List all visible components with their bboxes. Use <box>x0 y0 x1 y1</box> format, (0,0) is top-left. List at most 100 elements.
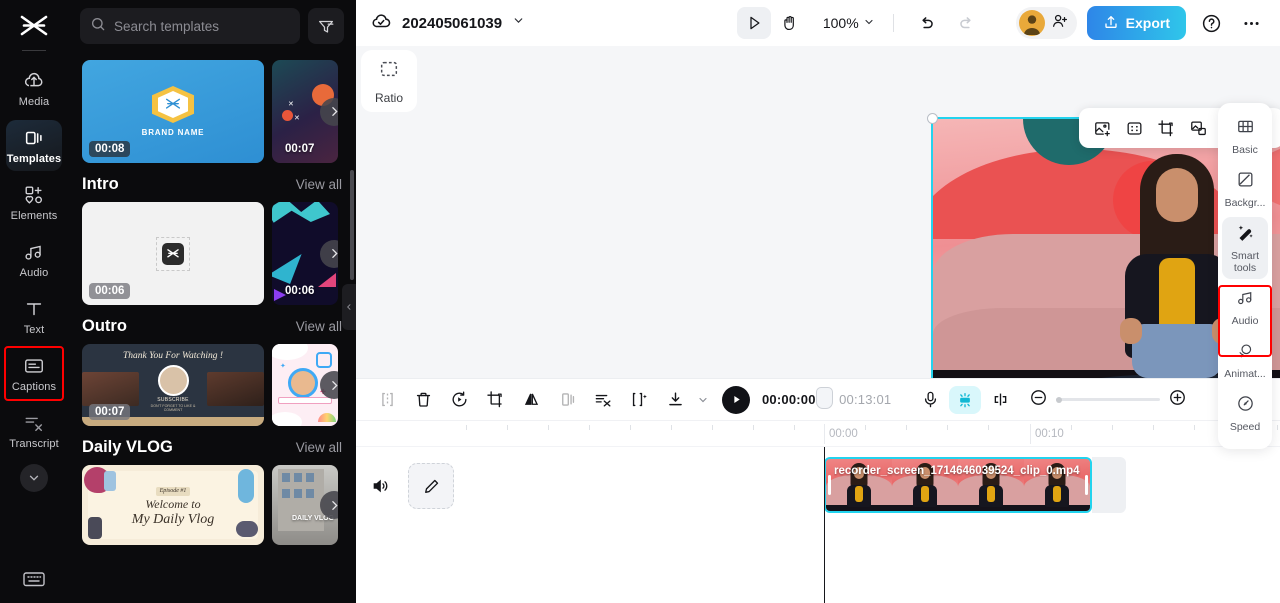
crop-icon[interactable] <box>1151 113 1181 143</box>
fit-to-frame-icon[interactable] <box>1119 113 1149 143</box>
view-all-link[interactable]: View all <box>296 440 342 455</box>
template-card[interactable]: BRAND NAME 00:08 <box>82 60 264 163</box>
templates-scroll-area[interactable]: BRAND NAME 00:08 ✕ ✕ 00:07 Intro View al… <box>68 50 356 603</box>
chevron-down-icon[interactable] <box>20 464 48 492</box>
cursor-select-icon[interactable] <box>736 7 771 39</box>
ruler-label: 00:00 <box>829 428 858 440</box>
ruler-label: 00:10 <box>1035 428 1064 440</box>
section-header-daily-vlog: Daily VLOG View all <box>68 426 356 465</box>
account-group[interactable] <box>1015 7 1077 39</box>
crop-icon[interactable] <box>478 385 512 415</box>
hand-pan-icon[interactable] <box>773 7 807 39</box>
zoom-in-circle-icon[interactable] <box>1168 388 1187 412</box>
sidebar-item-captions[interactable]: Captions <box>4 346 64 401</box>
elements-icon <box>23 184 45 206</box>
project-name-dropdown[interactable]: 202405061039 <box>402 14 525 32</box>
sidebar-item-templates[interactable]: Templates <box>6 120 62 171</box>
right-tab-label: Basic <box>1232 144 1258 156</box>
view-all-link[interactable]: View all <box>296 319 342 334</box>
right-tab-audio[interactable]: Audio <box>1222 282 1268 332</box>
freeze-frame-icon[interactable] <box>550 385 584 415</box>
template-duration: 00:08 <box>89 141 131 157</box>
template-row-vlog: Episode #1 Welcome to My Daily Vlog DAIL… <box>68 465 356 545</box>
pencil-edit-icon[interactable] <box>408 463 454 509</box>
keyboard-icon[interactable] <box>22 570 46 593</box>
transition-icon[interactable] <box>622 385 656 415</box>
zoom-out-circle-icon[interactable] <box>1029 388 1048 412</box>
sidebar-item-transcript[interactable]: Transcript <box>6 405 62 456</box>
export-button-label: Export <box>1125 15 1170 31</box>
zoom-slider[interactable] <box>1056 396 1161 403</box>
sidebar-item-elements[interactable]: Elements <box>6 177 62 228</box>
template-sub2: DON'T FORGET TO LIKE & COMMENT <box>150 404 196 413</box>
filter-icon[interactable] <box>308 8 344 44</box>
template-card[interactable]: Episode #1 Welcome to My Daily Vlog <box>82 465 264 545</box>
selection-handle-tl[interactable] <box>927 113 938 124</box>
more-horizontal-icon[interactable] <box>1236 8 1266 38</box>
download-icon[interactable] <box>658 385 692 415</box>
sidebar-item-media[interactable]: Media <box>6 63 62 114</box>
template-card[interactable]: ✕ ✕ 00:07 <box>272 60 338 163</box>
split-icon[interactable] <box>370 385 404 415</box>
add-collaborator-icon[interactable] <box>1051 12 1069 35</box>
ratio-button-label: Ratio <box>374 90 403 105</box>
avatar[interactable] <box>1018 10 1045 36</box>
mirror-flip-icon[interactable] <box>514 385 548 415</box>
timeline-ruler[interactable]: 00:00 00:10 00:20 00:30 <box>356 387 1280 447</box>
sidebar-item-label: Transcript <box>9 438 59 450</box>
chevron-down-icon[interactable] <box>694 385 712 415</box>
redo-icon[interactable] <box>952 8 982 38</box>
collapse-panel-handle[interactable] <box>342 284 356 330</box>
replace-media-icon[interactable] <box>1183 113 1213 143</box>
total-time: 00:13:01 <box>839 392 892 407</box>
search-input[interactable] <box>114 18 290 34</box>
template-card[interactable]: DAILY VLOG <box>272 465 338 545</box>
section-title: Outro <box>82 317 127 335</box>
capcut-logo-icon[interactable] <box>14 10 54 44</box>
split-markers-icon[interactable] <box>983 385 1017 415</box>
right-tab-smart-tools[interactable]: Smart tools <box>1222 217 1268 280</box>
playhead-knob[interactable] <box>816 387 833 409</box>
microphone-icon[interactable] <box>913 385 947 415</box>
template-card[interactable]: ✦ ✚ <box>272 344 338 426</box>
sidebar-item-text[interactable]: Text <box>6 291 62 342</box>
help-circle-icon[interactable] <box>1196 8 1226 38</box>
play-button[interactable] <box>722 385 750 414</box>
timeline-section: 00:00:00 | 00:13:01 <box>356 378 1280 603</box>
sidebar-item-audio[interactable]: Audio <box>6 234 62 285</box>
keyframe-icon[interactable] <box>949 385 982 414</box>
clip-trim-handle-left[interactable] <box>828 475 831 495</box>
clip-trim-handle-right[interactable] <box>1085 475 1088 495</box>
search-box[interactable] <box>80 8 300 44</box>
right-tab-animation[interactable]: Animat... <box>1222 335 1268 385</box>
ratio-button[interactable]: Ratio <box>361 50 417 112</box>
right-tab-speed[interactable]: Speed <box>1222 388 1268 438</box>
add-image-icon[interactable] <box>1087 113 1117 143</box>
track-empty-area[interactable] <box>1092 457 1126 513</box>
reverse-icon[interactable] <box>442 385 476 415</box>
template-card[interactable]: 00:06 <box>272 202 338 305</box>
template-card[interactable]: 00:06 <box>82 202 264 305</box>
canvas-tool-toggle <box>736 7 807 39</box>
current-time: 00:00:00 <box>762 392 816 407</box>
zoom-level-dropdown[interactable]: 100% <box>823 15 875 31</box>
right-tab-background[interactable]: Backgr... <box>1222 164 1268 214</box>
delete-trash-icon[interactable] <box>406 385 440 415</box>
templates-panel: BRAND NAME 00:08 ✕ ✕ 00:07 <box>68 0 356 603</box>
speaker-on-icon[interactable] <box>368 473 394 499</box>
timeline-clip[interactable]: recorder_screen_1714646039524_clip_0.mp4 <box>824 457 1092 513</box>
playhead[interactable] <box>824 447 825 603</box>
template-row-intro: 00:06 00:06 <box>68 202 356 305</box>
export-button[interactable]: Export <box>1086 6 1186 40</box>
text-t-icon <box>23 298 45 320</box>
auto-cut-icon[interactable] <box>586 385 620 415</box>
magic-wand-icon <box>1236 223 1255 247</box>
timeline-zoom-controls <box>1029 388 1187 412</box>
template-card[interactable]: Thank You For Watching ! SUBSCRIBE DON'T… <box>82 344 264 426</box>
view-all-link[interactable]: View all <box>296 177 342 192</box>
template-line2: My Daily Vlog <box>131 511 215 527</box>
right-tab-basic[interactable]: Basic <box>1222 111 1268 161</box>
capcut-editor-window: Media Templates Elements Audio Text Capt… <box>0 0 1280 603</box>
panel-scrollbar[interactable] <box>350 170 354 280</box>
undo-icon[interactable] <box>912 8 942 38</box>
